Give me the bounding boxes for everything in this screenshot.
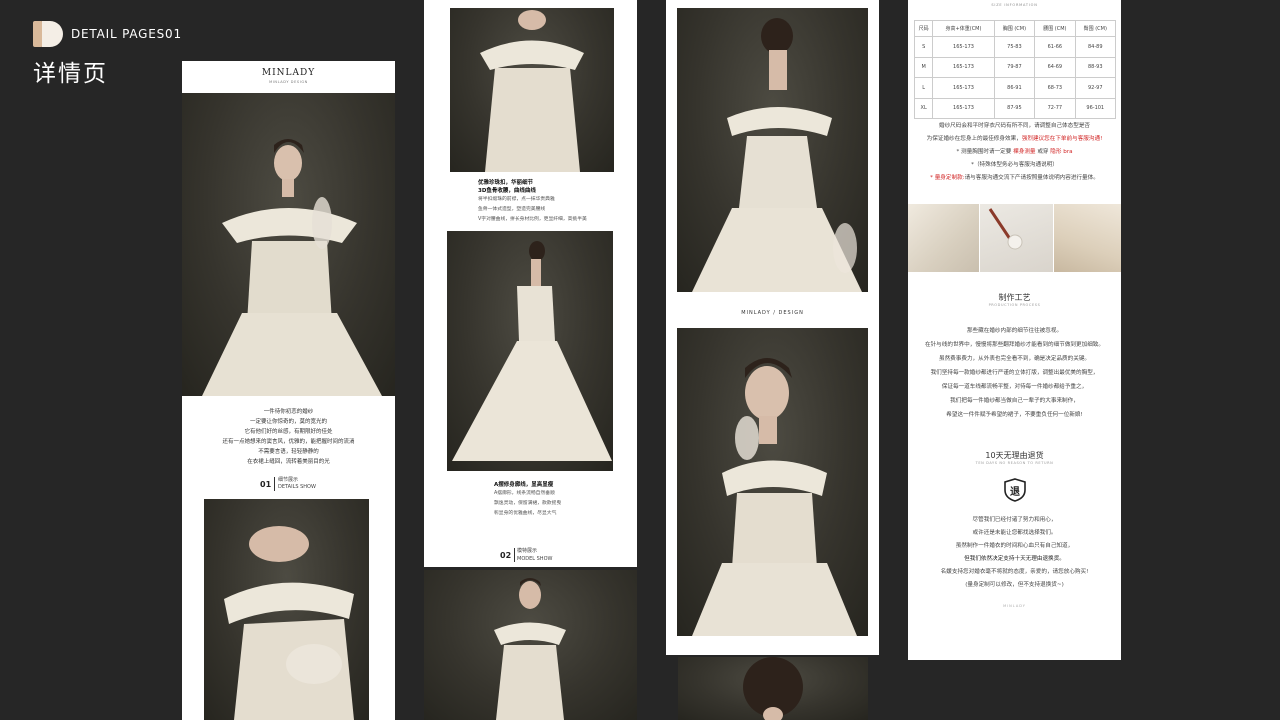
note-text: 或穿 — [1037, 149, 1049, 155]
size-cell: M — [913, 56, 934, 78]
model-photo-front — [182, 93, 395, 396]
size-header: 腰围 (CM) — [1034, 20, 1076, 37]
return-line-6: (量身定制可以修改，但不支持退换货~) — [965, 582, 1064, 588]
section-label-cn: 细节展示 — [278, 477, 299, 483]
size-cell: XL — [913, 97, 934, 119]
fabric-photo-3 — [1054, 204, 1121, 272]
size-header: 尺码 — [913, 20, 934, 37]
poem-line-6: 在衣裙上缝回，流转着美丽目的光 — [247, 459, 330, 465]
size-header: 胸围 (CM) — [993, 20, 1036, 37]
page-title: 详情页 — [33, 61, 108, 87]
model-photo-glove — [677, 328, 868, 636]
size-cell: 165-173 — [932, 97, 995, 119]
detail-page-column-4: SIZE INFORMATION 尺码 身高+体重(CM) 胸围 (CM) 腰围… — [908, 0, 1121, 660]
model-photo-detail — [204, 499, 369, 720]
model-photo-full-bottom — [424, 570, 637, 720]
brand-logo-icon — [33, 21, 63, 47]
size-cell: S — [913, 36, 934, 58]
bodice-detail-photo — [450, 8, 614, 172]
craft-title-cn: 制作工艺 — [998, 293, 1031, 302]
brand-name: MINLADY — [261, 68, 316, 78]
return-title-en: TEN DAYS NO REASON TO RETURN — [975, 461, 1054, 465]
table-row: S 165-173 75-83 61-66 84-89 — [913, 36, 1117, 58]
note-line-1: 婚纱尺码会和平时穿衣尺码有所不同，请调整自己体态型是否 — [938, 123, 1091, 129]
return-title-cn: 10天无理由退货 — [985, 451, 1044, 460]
size-cell: 87-95 — [993, 97, 1036, 119]
size-cell: 88-93 — [1074, 56, 1117, 78]
detail-page-column-2: 优雅珍珠扣，华丽细节 3D鱼骨收腰，曲线曲线 将半扣缀珠的前襟，点一抹华贵典雅 … — [424, 0, 637, 567]
note-warning: 强烈建议您在下单前与客服沟通! — [1021, 136, 1103, 142]
table-row: XL 165-173 87-95 72-77 96-101 — [913, 97, 1117, 119]
detail-page-column-3: MINLADY / DESIGN — [666, 0, 879, 655]
size-cell: 165-173 — [932, 77, 995, 99]
size-cell: 72-77 — [1034, 97, 1076, 119]
craft-line-6: 我们把每一件婚纱都当做自己一辈子的大事来制作， — [950, 398, 1079, 404]
craft-line-3: 虽然费事费力，从外表也完全看不到，确是决定品质的关键。 — [938, 356, 1091, 362]
brand-label: DETAIL PAGES01 — [71, 27, 182, 41]
craft-line-4: 我们坚持每一款婚纱都进行严谨的立体打版，调整出最优美的胸型， — [930, 370, 1099, 376]
section-label-en: DETAILS SHOW — [278, 484, 316, 490]
size-cell: 84-89 — [1074, 36, 1117, 58]
caption-1-title-1: 优雅珍珠扣，华丽细节 — [478, 180, 534, 186]
model-photo-back — [447, 231, 613, 471]
size-cell: 75-83 — [993, 36, 1036, 58]
brand-subtitle: MINLADY DESIGN — [269, 80, 308, 84]
size-cell: 64-69 — [1034, 56, 1076, 78]
return-line-4: 但我们依然决定支持十天无理由退换货。 — [964, 556, 1065, 562]
craft-line-1: 那些藏在婚纱内部的细节往往被忽视。 — [966, 328, 1063, 334]
note-line-4: *（特殊体型务必与客服沟通说明） — [971, 162, 1058, 168]
craft-title-en: PRODUCTION PROCESS — [988, 303, 1041, 307]
return-line-3: 虽然制作一件婚衣的时间和心血只有自己知道， — [955, 543, 1074, 549]
size-cell: 61-66 — [1034, 36, 1076, 58]
footer-brand: MINLADY — [1003, 604, 1026, 608]
note-text: * 测量胸围时请一定要 — [956, 149, 1012, 155]
note-line-2: 为保证婚纱在您身上的最佳修身效果，强烈建议您在下单前与客服沟通! — [908, 133, 1121, 146]
size-header: 臀围 (CM) — [1074, 20, 1117, 37]
caption-1-title-2: 3D鱼骨收腰，曲线曲线 — [478, 188, 536, 194]
return-line-1: 尽管我们已经付诸了努力和用心， — [972, 517, 1057, 523]
detail-page-column-1: MINLADY MINLADY DESIGN 一件待你初恋的婚纱 一定要让你惊奇… — [182, 61, 395, 720]
model-photo-back-closeup — [677, 8, 868, 292]
size-cell: L — [913, 77, 934, 99]
fabric-photo-2 — [980, 204, 1053, 272]
size-table: 尺码 身高+体重(CM) 胸围 (CM) 腰围 (CM) 臀围 (CM) S 1… — [913, 20, 1117, 119]
size-cell: 96-101 — [1074, 97, 1117, 119]
fabric-photo-1 — [908, 204, 979, 272]
size-cell: 68-73 — [1034, 77, 1076, 99]
size-cell: 165-173 — [932, 36, 995, 58]
note-highlight: 隐形 bra — [1050, 149, 1073, 155]
return-line-2: 或许还是未能让您都找选择我们。 — [972, 530, 1057, 536]
note-text: 为保证婚纱在您身上的最佳修身效果， — [926, 136, 1022, 142]
model-photo-hair-bottom — [678, 657, 868, 720]
caption-1-line-3: V字对腰曲线，拼长身材比例，更显纤细，高挑半美 — [478, 217, 587, 222]
size-cell: 79-87 — [993, 56, 1036, 78]
craft-line-2: 在针与线的世界中，慢慢将那些翻拜婚纱才能看到的细节做到更加细致。 — [924, 342, 1104, 348]
note-line-5: * 量身定制款:请与客服沟通交流下产请按照量体说明内容进行量体。 — [908, 172, 1121, 185]
caption-2-line-3: 彰显身的优雅曲线，尽显大气 — [494, 511, 557, 516]
section-label-cn-2: 模特展示 — [517, 548, 538, 554]
column-divider-label: MINLADY / DESIGN — [741, 310, 804, 316]
section-number: 01 — [260, 480, 272, 489]
section-number-2: 02 — [500, 551, 512, 560]
table-row: L 165-173 86-91 68-73 92-97 — [913, 77, 1117, 99]
return-line-5: 名媛支持您对婚衣毫不将就的态度，亲爱的，请您放心购买! — [940, 569, 1089, 575]
size-cell: 165-173 — [932, 56, 995, 78]
note-text: 请与客服沟通交流下产请按照量体说明内容进行量体。 — [964, 175, 1099, 181]
return-shield-icon: 退 — [1004, 478, 1026, 502]
size-info-title: SIZE INFORMATION — [991, 3, 1038, 7]
size-cell: 86-91 — [993, 77, 1036, 99]
table-row: M 165-173 79-87 64-69 88-93 — [913, 56, 1117, 78]
section-label-en-2: MODEL SHOW — [517, 556, 553, 562]
note-line-3: * 测量胸围时请一定要 裸身测量 或穿 隐形 bra — [908, 146, 1121, 159]
note-highlight: 裸身测量 — [1013, 149, 1036, 155]
size-header: 身高+体重(CM) — [932, 20, 995, 37]
caption-2-title: A摆修身廓线，显高显瘦 — [494, 482, 554, 488]
note-highlight: * 量身定制款: — [930, 175, 965, 181]
craft-line-5: 保证每一道车线都流畅平整，对待每一件婚纱都给予重之， — [941, 384, 1088, 390]
return-shield-char: 退 — [1010, 487, 1020, 498]
craft-line-7: 希望这一件件赋予希望的裙子，不要重负任何一位新娘! — [946, 412, 1083, 418]
size-cell: 92-97 — [1074, 77, 1117, 99]
